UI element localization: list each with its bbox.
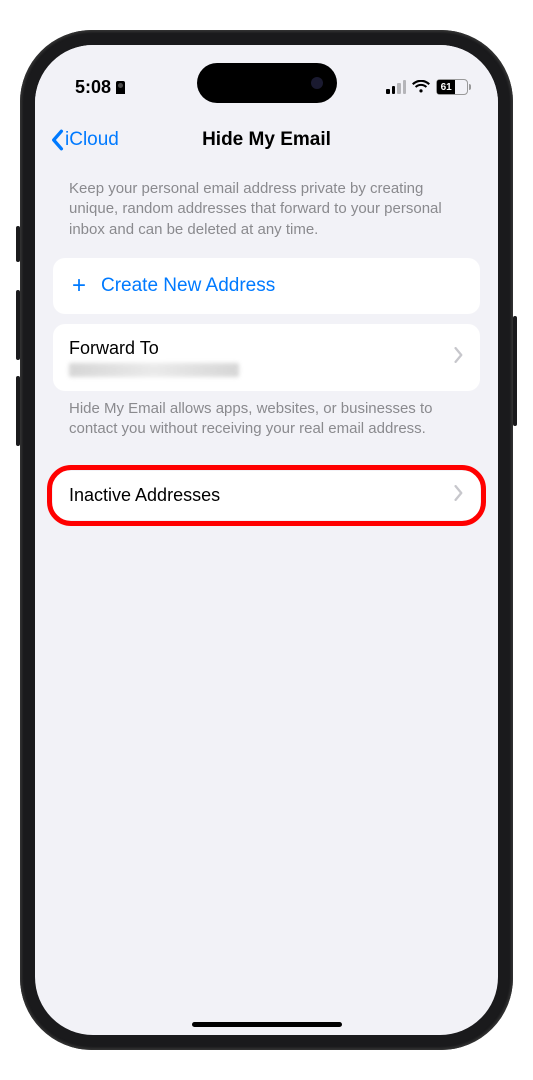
battery-icon: 61: [436, 79, 468, 95]
back-label: iCloud: [65, 129, 119, 151]
volume-up-button: [16, 290, 20, 360]
power-button: [513, 316, 517, 426]
inactive-addresses-label: Inactive Addresses: [69, 485, 220, 506]
plus-icon: +: [69, 272, 89, 300]
nav-bar: iCloud Hide My Email: [35, 115, 498, 165]
home-indicator[interactable]: [192, 1022, 342, 1027]
page-title: Hide My Email: [202, 129, 331, 151]
iphone-frame: 5:08 61 iCloud Hide My Email: [20, 30, 513, 1050]
forward-to-cell[interactable]: Forward To: [53, 324, 480, 391]
forward-footer: Hide My Email allows apps, websites, or …: [53, 391, 480, 462]
back-button[interactable]: iCloud: [49, 129, 119, 151]
forward-to-title: Forward To: [69, 338, 239, 359]
create-new-address-button[interactable]: + Create New Address: [53, 258, 480, 314]
wifi-icon: [412, 80, 430, 94]
person-id-icon: [116, 81, 125, 94]
battery-percentage: 61: [441, 82, 452, 93]
silent-switch: [16, 226, 20, 262]
page-description: Keep your personal email address private…: [53, 179, 480, 258]
screen: 5:08 61 iCloud Hide My Email: [35, 45, 498, 1035]
create-label: Create New Address: [101, 275, 275, 297]
status-time: 5:08: [75, 77, 111, 98]
cellular-signal-icon: [386, 80, 406, 94]
chevron-left-icon: [49, 129, 65, 151]
content-area: Keep your personal email address private…: [35, 165, 498, 1035]
volume-down-button: [16, 376, 20, 446]
dynamic-island: [197, 63, 337, 103]
inactive-addresses-cell[interactable]: Inactive Addresses: [53, 471, 480, 520]
chevron-right-icon: [454, 485, 464, 506]
forward-to-email-redacted: [69, 363, 239, 377]
chevron-right-icon: [454, 347, 464, 368]
